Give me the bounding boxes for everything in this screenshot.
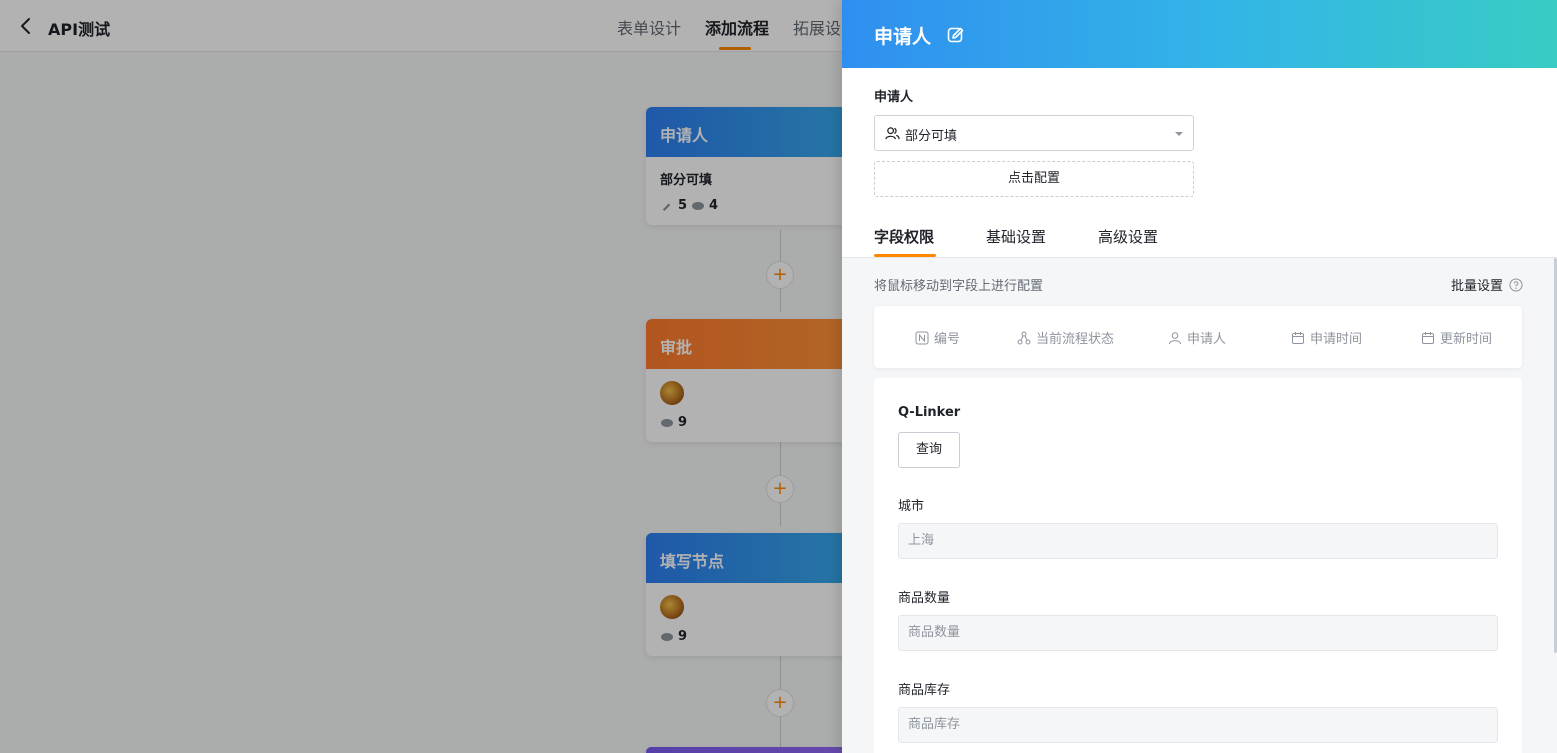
tab-field-permissions[interactable]: 字段权限 — [874, 226, 934, 247]
system-field-label: 当前流程状态 — [1036, 332, 1115, 347]
applicant-field-label: 申请人 — [874, 90, 914, 105]
system-field-label: 更新时间 — [1440, 332, 1493, 347]
system-field-flow-status[interactable]: 当前流程状态 — [1017, 328, 1114, 347]
tab-basic-settings[interactable]: 基础设置 — [986, 226, 1046, 247]
edit-title-icon[interactable] — [946, 25, 966, 45]
user-icon — [1169, 331, 1181, 344]
system-field-label: 申请人 — [1187, 332, 1227, 347]
calendar-icon — [1422, 331, 1434, 344]
city-label: 城市 — [898, 499, 925, 514]
users-icon — [885, 127, 900, 140]
tab-advanced-settings[interactable]: 高级设置 — [1098, 226, 1158, 247]
drawer-title: 申请人 — [874, 26, 932, 48]
quantity-label: 商品数量 — [898, 591, 951, 606]
system-field-applicant[interactable]: 申请人 — [1168, 328, 1226, 347]
hint-text: 将鼠标移动到字段上进行配置 — [874, 279, 1044, 294]
query-button[interactable]: 查询 — [898, 432, 960, 468]
click-config-button[interactable]: 点击配置 — [874, 161, 1194, 197]
permission-select[interactable]: 部分可填 — [874, 115, 1194, 151]
city-field[interactable]: 上海 — [898, 523, 1498, 559]
quantity-field[interactable]: 商品数量 — [898, 615, 1498, 651]
system-fields-bar: 编号 当前流程状态 申请人 申请时间 更新时间 — [874, 306, 1522, 368]
field-permissions-panel: 将鼠标移动到字段上进行配置 批量设置 编号 当前流程状态 申请人 申请时间 更新… — [842, 258, 1557, 753]
system-field-number[interactable]: 编号 — [915, 328, 960, 347]
form-fields-card: Q-Linker 查询 城市 上海 商品数量 商品数量 商品库存 商品库存 — [874, 378, 1522, 753]
help-icon[interactable] — [1509, 278, 1523, 292]
flow-status-icon — [1017, 331, 1031, 344]
node-config-drawer: 申请人 申请人 部分可填 点击配置 字段权限 基础设置 高级设置 将鼠标移动到字… — [842, 0, 1557, 753]
batch-settings-button[interactable]: 批量设置 — [1451, 275, 1523, 294]
calendar-icon — [1292, 331, 1304, 344]
system-field-label: 申请时间 — [1310, 332, 1363, 347]
number-icon — [915, 331, 929, 344]
batch-settings-label: 批量设置 — [1450, 279, 1503, 294]
drawer-header: 申请人 — [842, 0, 1557, 68]
select-value: 部分可填 — [905, 129, 958, 144]
system-field-apply-time[interactable]: 申请时间 — [1291, 328, 1362, 347]
stock-label: 商品库存 — [898, 683, 951, 698]
chevron-down-icon — [1175, 132, 1183, 136]
stock-field[interactable]: 商品库存 — [898, 707, 1498, 743]
system-field-update-time[interactable]: 更新时间 — [1421, 328, 1492, 347]
system-field-label: 编号 — [934, 332, 961, 347]
qlinker-label: Q-Linker — [898, 405, 961, 420]
